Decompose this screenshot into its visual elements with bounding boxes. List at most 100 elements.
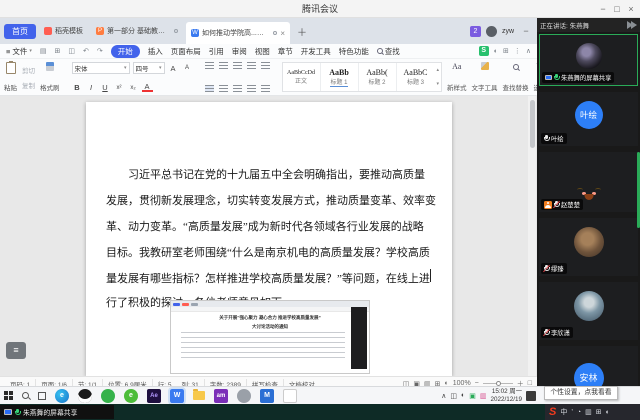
taskbar-app-axure[interactable]: am: [214, 389, 228, 403]
user-avatar[interactable]: [486, 26, 497, 37]
style-heading3[interactable]: AaBbC 标题 3: [397, 63, 435, 91]
copy-button[interactable]: 复制: [22, 80, 35, 90]
align-left-icon[interactable]: [205, 85, 214, 92]
sync-icon[interactable]: ◐: [494, 48, 498, 55]
taskbar-app-edge[interactable]: e: [55, 389, 69, 403]
close-icon[interactable]: ×: [624, 0, 638, 18]
bullet-list-icon[interactable]: [205, 62, 214, 69]
tray-network-icon[interactable]: ◐: [461, 392, 465, 399]
zoom-slider[interactable]: [483, 383, 513, 384]
style-normal[interactable]: AaBbCcDd 正文: [283, 63, 321, 91]
font-color-button[interactable]: A: [142, 83, 153, 92]
menu-home[interactable]: 开始: [111, 45, 140, 58]
tray-expand-icon[interactable]: ∧: [441, 392, 446, 400]
more-icon[interactable]: ⋮: [514, 47, 521, 55]
share-icon[interactable]: S: [479, 46, 489, 56]
menu-view[interactable]: 视图: [255, 46, 270, 57]
menu-references[interactable]: 引用: [209, 46, 224, 57]
document-page[interactable]: 习近平总书记在党的十九届五中全会明确指出，要推动高质量 发展，贯彻新发展理念，切…: [86, 102, 452, 376]
shrink-font-button[interactable]: A: [182, 65, 193, 71]
justify-icon[interactable]: [247, 85, 256, 92]
gallery-scroll[interactable]: ▴ ▾: [435, 63, 442, 91]
menu-features[interactable]: 特色功能: [339, 46, 369, 57]
numbered-list-icon[interactable]: [219, 62, 228, 69]
input-method-bar[interactable]: S 中 ’ ◔ ▥ ⊞ ◐: [545, 404, 640, 420]
cut-button[interactable]: 剪切: [22, 65, 35, 75]
redo-icon[interactable]: ↷: [97, 47, 103, 55]
participant-tile[interactable]: 叶绘 叶绘: [539, 92, 638, 146]
menu-insert[interactable]: 插入: [148, 46, 163, 57]
find-replace-button[interactable]: 查找替换: [503, 61, 529, 93]
tray-pink-icon[interactable]: ▥: [480, 392, 487, 400]
sogou-logo[interactable]: S: [549, 406, 556, 418]
taskbar-app-qq[interactable]: [78, 389, 92, 403]
menu-page-layout[interactable]: 页面布局: [171, 46, 201, 57]
indent-icon[interactable]: [247, 62, 256, 69]
ime-emoji-icon[interactable]: ◔: [577, 409, 581, 416]
collapse-ribbon-icon[interactable]: ∧: [526, 47, 531, 55]
scroll-up-icon[interactable]: ▴: [437, 67, 440, 73]
taskbar-search-icon[interactable]: [22, 392, 29, 399]
ime-keyboard-icon[interactable]: ▥: [585, 408, 592, 416]
tab-close-icon[interactable]: ×: [280, 29, 285, 38]
tray-display-icon[interactable]: ◫: [450, 392, 457, 400]
undo-icon[interactable]: ↶: [83, 47, 89, 55]
new-style-button[interactable]: Aa 新样式: [447, 61, 467, 93]
file-menu[interactable]: ≡ 文件 ▾: [6, 46, 32, 57]
scroll-down-icon[interactable]: ▾: [437, 81, 440, 87]
taskbar-file-explorer[interactable]: [193, 391, 205, 400]
font-name-select[interactable]: 宋体 ▾: [72, 62, 130, 74]
underline-button[interactable]: U: [100, 83, 111, 92]
start-button[interactable]: [4, 391, 13, 400]
taskbar-app-m[interactable]: M: [260, 389, 274, 403]
ime-skin-icon[interactable]: ◐: [606, 409, 610, 416]
menu-dev-tools[interactable]: 开发工具: [301, 46, 331, 57]
grow-font-button[interactable]: A: [168, 64, 179, 73]
sidebar-scrollbar-thumb[interactable]: [637, 152, 640, 228]
taskbar-app-notes[interactable]: [283, 389, 297, 403]
superscript-button[interactable]: x²: [114, 85, 125, 91]
menu-section[interactable]: 章节: [278, 46, 293, 57]
paste-button[interactable]: 粘贴: [4, 61, 17, 93]
subscript-button[interactable]: x₂: [128, 85, 139, 91]
text-tool-button[interactable]: 文字工具: [472, 61, 498, 93]
bold-button[interactable]: B: [72, 83, 83, 92]
scrollbar-thumb[interactable]: [530, 100, 535, 148]
participant-tile[interactable]: 缪臻: [539, 218, 638, 276]
tray-green-icon[interactable]: ▣: [469, 392, 476, 400]
new-tab-button[interactable]: ＋: [293, 24, 311, 39]
wps-minimize-icon[interactable]: −: [519, 25, 533, 37]
line-spacing-icon[interactable]: [261, 85, 270, 92]
italic-button[interactable]: I: [86, 83, 97, 92]
tab-presentation[interactable]: P 第一部分 基础教学部分(4课时): [91, 23, 183, 39]
document-scrollbar[interactable]: [528, 96, 536, 376]
ime-punct[interactable]: ’: [571, 409, 573, 416]
taskbar-app-wechat[interactable]: [101, 389, 115, 403]
screenshare-indicator[interactable]: 朱燕舞的屏幕共享: [0, 405, 114, 419]
participant-tile[interactable]: 李欣潇: [539, 282, 638, 340]
font-size-select[interactable]: 四号 ▾: [133, 62, 165, 74]
menu-find[interactable]: 查找: [377, 46, 400, 57]
taskbar-app-after-effects[interactable]: Ae: [147, 389, 161, 403]
save-icon[interactable]: ▤: [40, 47, 47, 55]
taskbar-clock[interactable]: 15:02 周一 2022/12/19: [490, 388, 522, 404]
taskbar-app-360[interactable]: e: [124, 389, 138, 403]
participant-tile[interactable]: 赵楚楚: [539, 152, 638, 212]
outdent-icon[interactable]: [233, 62, 242, 69]
ime-mode[interactable]: 中: [560, 407, 567, 417]
taskbar-app-gray[interactable]: [237, 389, 251, 403]
align-right-icon[interactable]: [233, 85, 242, 92]
collab-badge[interactable]: 2: [470, 26, 481, 37]
preview-icon[interactable]: ◫: [68, 47, 75, 55]
participant-tile-screenshare[interactable]: 朱燕舞的屏幕共享: [539, 34, 638, 86]
task-view-icon[interactable]: [38, 392, 46, 400]
zoom-knob[interactable]: [496, 381, 501, 386]
format-painter-button[interactable]: 格式刷: [40, 61, 60, 93]
align-center-icon[interactable]: [219, 85, 228, 92]
sort-icon[interactable]: [261, 62, 270, 69]
minimize-icon[interactable]: −: [596, 0, 610, 18]
grid-icon[interactable]: ⊞: [503, 47, 509, 55]
tab-document-active[interactable]: W 如何推动学院高...艺术教研室 ×: [186, 22, 290, 44]
notification-center-icon[interactable]: [526, 391, 536, 401]
outline-toggle-button[interactable]: ≡: [6, 342, 26, 359]
